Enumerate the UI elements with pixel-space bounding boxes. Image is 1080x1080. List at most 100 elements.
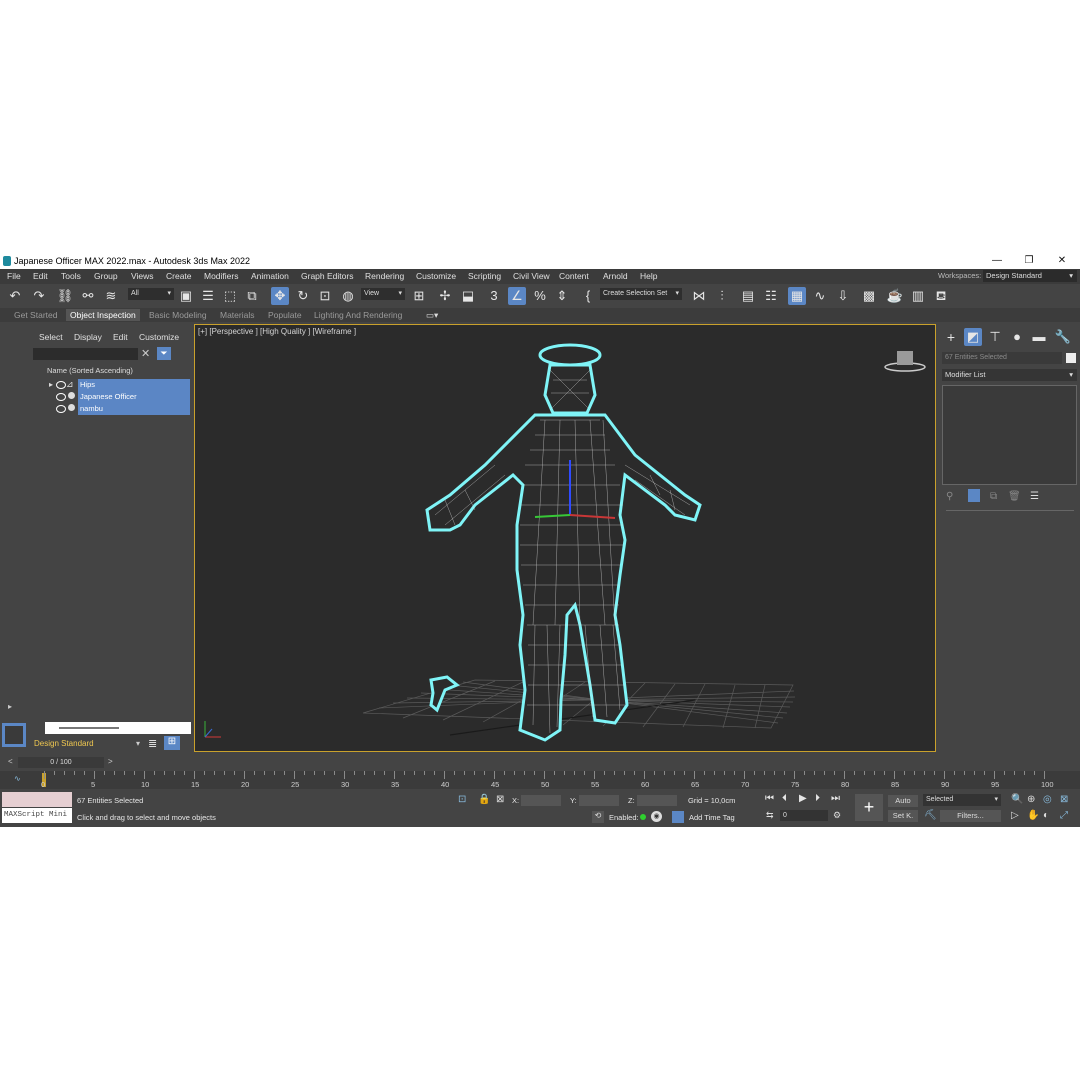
set-key-icon[interactable]: + xyxy=(855,794,883,821)
tab-materials[interactable]: Materials xyxy=(216,309,258,321)
column-header[interactable]: Name (Sorted Ascending) xyxy=(47,366,133,375)
eye-icon[interactable] xyxy=(56,393,66,401)
select-and-rotate-icon[interactable]: ↻ xyxy=(294,287,312,305)
motion-tab-icon[interactable]: ● xyxy=(1008,328,1026,346)
scrollbar-thumb[interactable] xyxy=(59,727,119,729)
tab-populate[interactable]: Populate xyxy=(264,309,306,321)
lock-selection-icon[interactable]: 🔒 xyxy=(478,794,490,805)
link-icon[interactable]: ⛓ xyxy=(56,287,74,305)
undo-icon[interactable]: ↶ xyxy=(6,287,24,305)
expand-left-icon[interactable]: ▸ xyxy=(8,702,12,711)
set-key-button[interactable]: Set K. xyxy=(888,810,918,822)
filters-button[interactable]: Filters... xyxy=(940,810,1001,822)
rectangular-selection-icon[interactable]: ⬚ xyxy=(221,287,239,305)
workspaces-dropdown[interactable]: Design Standard ▾ xyxy=(983,270,1077,282)
tab-get-started[interactable]: Get Started xyxy=(10,309,61,321)
render-production-icon[interactable]: ⛾ xyxy=(932,287,950,305)
display-tab-icon[interactable]: ▬ xyxy=(1030,328,1048,346)
next-frame-icon[interactable]: ⏵ xyxy=(815,793,820,804)
utilities-tab-icon[interactable]: 🔧 xyxy=(1054,328,1072,346)
list-item-hips[interactable]: Hips xyxy=(78,379,190,391)
time-configuration-icon[interactable]: ⚙ xyxy=(833,810,841,821)
unlink-icon[interactable]: ⚯ xyxy=(79,287,97,305)
modifier-stack[interactable] xyxy=(942,385,1077,485)
horizontal-scrollbar[interactable] xyxy=(45,722,191,734)
show-end-result-icon[interactable] xyxy=(968,489,980,502)
named-selection-dropdown[interactable]: Create Selection Set ▾ xyxy=(600,288,682,300)
tab-object-inspection[interactable]: Object Inspection xyxy=(66,309,140,321)
menu-file[interactable]: File xyxy=(7,271,21,281)
next-frame-icon[interactable]: > xyxy=(108,757,113,766)
reference-coordinate-dropdown[interactable]: View ▾ xyxy=(361,288,405,300)
go-to-start-icon[interactable]: ⏮ xyxy=(765,793,774,804)
list-item-nambu[interactable]: nambu xyxy=(78,403,190,415)
y-coordinate-field[interactable] xyxy=(579,795,619,806)
menu-scripting[interactable]: Scripting xyxy=(468,271,501,281)
maximize-viewport-icon[interactable]: ⤢ xyxy=(1060,810,1068,821)
rendered-frame-window-icon[interactable]: ▥ xyxy=(909,287,927,305)
menu-tools[interactable]: Tools xyxy=(61,271,81,281)
ribbon-toggle-icon[interactable]: ▦ xyxy=(788,287,806,305)
scene-tab-customize[interactable]: Customize xyxy=(139,332,179,342)
menu-graph-editors[interactable]: Graph Editors xyxy=(301,271,353,281)
object-name-field[interactable]: 67 Entities Selected xyxy=(942,352,1062,364)
scene-search-input[interactable] xyxy=(33,348,138,360)
x-coordinate-field[interactable] xyxy=(521,795,561,806)
close-button[interactable]: ✕ xyxy=(1050,254,1074,268)
scene-explorer-workspace[interactable]: Design Standard xyxy=(34,739,94,748)
absolute-mode-icon[interactable]: ⊠ xyxy=(496,794,504,805)
pin-stack-icon[interactable]: ⚲ xyxy=(946,491,953,502)
perspective-viewport[interactable]: [+] [Perspective ] [High Quality ] [Wire… xyxy=(194,324,936,752)
zoom-all-icon[interactable]: ⊕ xyxy=(1027,794,1035,805)
material-editor-icon[interactable]: ▩ xyxy=(860,287,878,305)
eye-icon[interactable] xyxy=(56,381,66,389)
menu-create[interactable]: Create xyxy=(166,271,192,281)
menu-animation[interactable]: Animation xyxy=(251,271,289,281)
render-setup-icon[interactable]: ☕ xyxy=(886,287,904,305)
track-bar[interactable]: ∿ 0 5 10 15 20 25 30 35 40 45 50 55 60 65 70 75 80 85 90 95… xyxy=(0,771,1080,789)
field-of-view-icon[interactable]: ▷ xyxy=(1011,810,1019,821)
eye-icon[interactable] xyxy=(56,405,66,413)
curve-editor-mini-icon[interactable]: ∿ xyxy=(14,774,21,783)
scene-tab-select[interactable]: Select xyxy=(39,332,63,342)
isolate-selection-icon[interactable]: ⊡ xyxy=(458,794,466,805)
spinner-snap-icon[interactable]: ⇕ xyxy=(553,287,571,305)
clear-search-icon[interactable]: ✕ xyxy=(141,347,150,360)
chevron-down-icon[interactable]: ▾ xyxy=(136,739,140,748)
make-unique-icon[interactable]: ⧉ xyxy=(990,491,997,502)
auto-key-button[interactable]: Auto xyxy=(888,795,918,807)
menu-civil-view[interactable]: Civil View xyxy=(513,271,550,281)
toggle-scene-explorer-icon[interactable]: ▤ xyxy=(739,287,757,305)
hierarchy-tab-icon[interactable]: ⊤ xyxy=(986,328,1004,346)
remove-modifier-icon[interactable]: 🗑 xyxy=(1008,491,1021,502)
time-config-icon[interactable]: ◉ xyxy=(651,811,662,822)
selection-filter-dropdown[interactable]: All ▾ xyxy=(128,288,174,300)
viewport-layout-tab[interactable] xyxy=(2,723,26,747)
select-by-name-icon[interactable]: ☰ xyxy=(199,287,217,305)
align-icon[interactable]: ⫶ xyxy=(713,287,731,305)
curve-editor-icon[interactable]: ∿ xyxy=(811,287,829,305)
configure-modifier-sets-icon[interactable]: ☰ xyxy=(1030,491,1039,502)
mirror-icon[interactable]: ⋈ xyxy=(690,287,708,305)
selection-set-dropdown[interactable]: Selected ▾ xyxy=(923,794,1001,806)
menu-customize[interactable]: Customize xyxy=(416,271,456,281)
play-icon[interactable]: ▶ xyxy=(799,793,807,804)
current-frame-field[interactable]: 0 xyxy=(780,810,828,821)
maxscript-mini-field[interactable]: MAXScript Mini xyxy=(2,808,72,823)
layer-explorer-icon[interactable]: ☷ xyxy=(762,287,780,305)
bind-space-warp-icon[interactable]: ≋ xyxy=(102,287,120,305)
list-item-japanese-officer[interactable]: Japanese Officer xyxy=(78,391,190,403)
select-and-scale-icon[interactable]: ⊡ xyxy=(316,287,334,305)
menu-edit[interactable]: Edit xyxy=(33,271,48,281)
menu-views[interactable]: Views xyxy=(131,271,154,281)
previous-frame-icon[interactable]: ⏴ xyxy=(782,793,787,804)
pan-view-icon[interactable]: ✋ xyxy=(1027,810,1039,821)
menu-modifiers[interactable]: Modifiers xyxy=(204,271,238,281)
select-object-icon[interactable]: ▣ xyxy=(177,287,195,305)
key-filters-icon[interactable]: ⛏ xyxy=(924,810,937,821)
restore-button[interactable]: ❐ xyxy=(1017,254,1041,268)
modify-tab-icon[interactable]: ◩ xyxy=(964,328,982,346)
minimize-button[interactable]: — xyxy=(985,254,1009,268)
zoom-extents-all-icon[interactable]: ⊠ xyxy=(1060,794,1068,805)
expand-icon[interactable]: ▸ xyxy=(49,380,53,389)
